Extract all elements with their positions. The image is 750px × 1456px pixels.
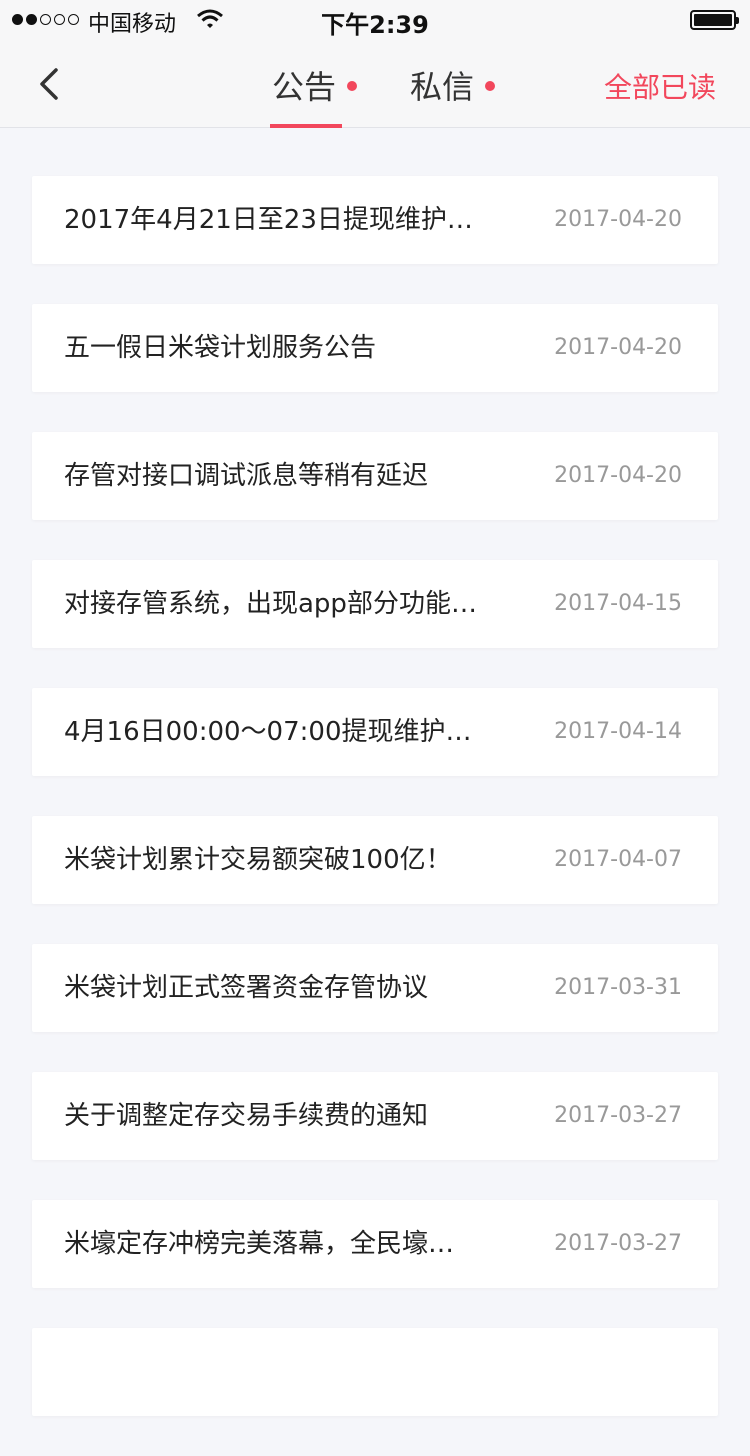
list-item[interactable]: 五一假日米袋计划服务公告 2017-04-20: [32, 304, 718, 392]
notice-title: 米壕定存冲榜完美落幕，全民壕…: [64, 1229, 455, 1259]
notice-date: 2017-03-31: [554, 975, 682, 1000]
battery-icon: [690, 10, 739, 30]
notice-title: 2017年4月21日至23日提现维护…: [64, 205, 473, 235]
notice-title: 米袋计划累计交易额突破100亿！: [64, 845, 452, 875]
notice-unread-dot: [347, 81, 357, 91]
notice-date: 2017-04-07: [554, 847, 682, 872]
notice-title: 关于调整定存交易手续费的通知: [64, 1101, 429, 1131]
list-item[interactable]: 米袋计划累计交易额突破100亿！ 2017-04-07: [32, 816, 718, 904]
notice-title: 米袋计划正式签署资金存管协议: [64, 973, 429, 1003]
list-item[interactable]: 关于调整定存交易手续费的通知 2017-03-27: [32, 1072, 718, 1160]
list-item[interactable]: 4月16日00:00～07:00提现维护… 2017-04-14: [32, 688, 718, 776]
notice-title: 存管对接口调试派息等稍有延迟: [64, 461, 429, 491]
active-tab-indicator: [270, 124, 342, 128]
notice-date: 2017-04-20: [554, 463, 682, 488]
notice-list: 2017年4月21日至23日提现维护… 2017-04-20 五一假日米袋计划服…: [32, 176, 718, 1456]
notice-title: 4月16日00:00～07:00提现维护…: [64, 717, 472, 747]
notice-date: 2017-03-27: [554, 1231, 682, 1256]
tab-notice[interactable]: 公告: [272, 62, 336, 108]
message-unread-dot: [485, 81, 495, 91]
back-arrow-icon[interactable]: [32, 64, 68, 104]
mark-all-read-button[interactable]: 全部已读: [604, 66, 716, 106]
list-item[interactable]: 对接存管系统，出现app部分功能… 2017-04-15: [32, 560, 718, 648]
notice-date: 2017-03-27: [554, 1103, 682, 1128]
notice-date: 2017-04-20: [554, 335, 682, 360]
list-item[interactable]: 米袋计划正式签署资金存管协议 2017-03-31: [32, 944, 718, 1032]
notice-title: 对接存管系统，出现app部分功能…: [64, 589, 477, 619]
status-bar: 中国移动 下午2:39: [0, 0, 750, 40]
status-time: 下午2:39: [321, 11, 429, 39]
notice-date: 2017-04-20: [554, 207, 682, 232]
list-item[interactable]: 存管对接口调试派息等稍有延迟 2017-04-20: [32, 432, 718, 520]
tab-private-message[interactable]: 私信: [410, 62, 474, 108]
list-item[interactable]: [32, 1328, 718, 1416]
list-item[interactable]: 2017年4月21日至23日提现维护… 2017-04-20: [32, 176, 718, 264]
list-item[interactable]: 米壕定存冲榜完美落幕，全民壕… 2017-03-27: [32, 1200, 718, 1288]
notice-date: 2017-04-15: [554, 591, 682, 616]
notice-date: 2017-04-14: [554, 719, 682, 744]
nav-bar: 公告 私信 全部已读: [0, 40, 750, 128]
notice-title: 五一假日米袋计划服务公告: [64, 333, 377, 363]
